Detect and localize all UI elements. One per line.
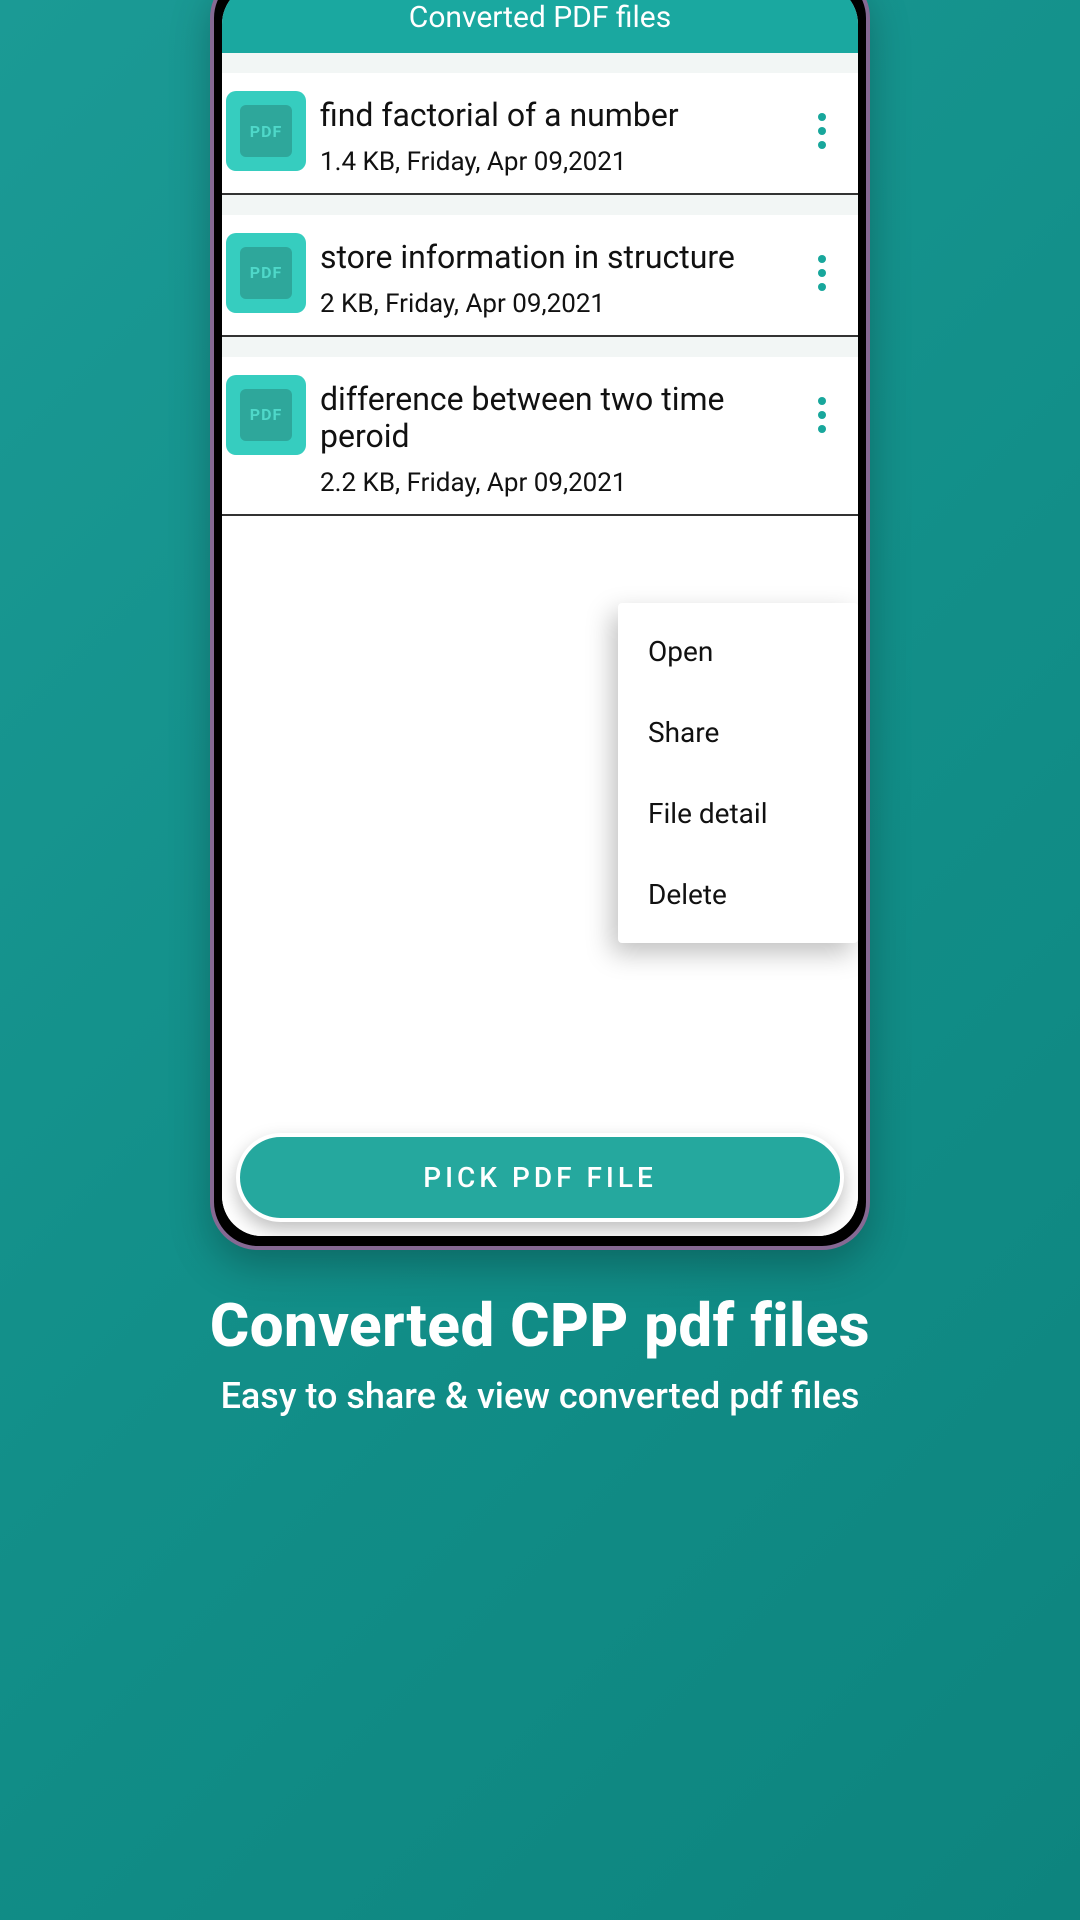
pdf-badge: PDF [240,105,292,157]
promo-sub: Easy to share & view converted pdf files [210,1375,870,1417]
file-meta: 2 KB, Friday, Apr 09,2021 [320,289,802,319]
menu-share[interactable]: Share [618,692,858,773]
list-item-body: find factorial of a number 1.4 KB, Frida… [320,91,802,177]
file-meta: 1.4 KB, Friday, Apr 09,2021 [320,147,802,177]
phone-frame: Converted PDF files PDF find factorial o… [210,0,870,1250]
screen: Converted PDF files PDF find factorial o… [222,0,858,1236]
page-title: Converted PDF files [222,0,858,35]
more-options-icon[interactable] [802,241,842,305]
file-title: store information in structure [320,239,802,277]
menu-delete[interactable]: Delete [618,854,858,935]
fab-container: PICK PDF FILE [222,1133,858,1222]
list-item-body: difference between two time peroid 2.2 K… [320,375,802,499]
menu-file-detail[interactable]: File detail [618,773,858,854]
file-meta: 2.2 KB, Friday, Apr 09,2021 [320,468,802,498]
menu-open[interactable]: Open [618,611,858,692]
file-list: PDF find factorial of a number 1.4 KB, F… [222,73,858,1236]
pdf-file-icon: PDF [226,233,306,313]
pdf-file-icon: PDF [226,91,306,171]
pdf-badge: PDF [240,247,292,299]
more-options-icon[interactable] [802,99,842,163]
list-item[interactable]: PDF find factorial of a number 1.4 KB, F… [222,73,858,195]
promo-headline: Converted CPP pdf files [210,1290,870,1361]
list-item[interactable]: PDF store information in structure 2 KB,… [222,215,858,337]
pdf-badge: PDF [240,389,292,441]
spacer [222,337,858,357]
pdf-file-icon: PDF [226,375,306,455]
pick-pdf-button[interactable]: PICK PDF FILE [236,1133,844,1222]
context-menu: Open Share File detail Delete [618,603,858,943]
file-title: difference between two time peroid [320,381,802,457]
spacer [222,195,858,215]
list-item-body: store information in structure 2 KB, Fri… [320,233,802,319]
promo-caption: Converted CPP pdf files Easy to share & … [170,1290,910,1417]
more-options-icon[interactable] [802,383,842,447]
app-header: Converted PDF files [222,0,858,53]
spacer [222,53,858,73]
file-title: find factorial of a number [320,97,802,135]
list-item[interactable]: PDF difference between two time peroid 2… [222,357,858,517]
